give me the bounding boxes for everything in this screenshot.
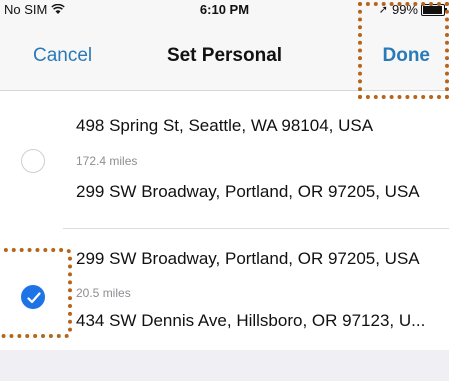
location-arrow-icon: ➚ (378, 4, 388, 16)
status-bar: No SIM 6:10 PM ➚ 99% (0, 0, 449, 22)
route-distance: 20.5 miles (76, 286, 131, 300)
route-destination: 299 SW Broadway, Portland, OR 97205, USA (76, 182, 420, 201)
radio-unchecked[interactable] (21, 149, 45, 173)
battery-icon (421, 3, 447, 16)
done-button[interactable]: Done (383, 45, 431, 67)
route-distance: 172.4 miles (76, 154, 138, 168)
status-right: ➚ 99% (378, 2, 447, 17)
battery-percent: 99% (391, 2, 418, 17)
route-destination: 434 SW Dennis Ave, Hillsboro, OR 97123, … (76, 311, 426, 330)
route-row[interactable]: 299 SW Broadway, Portland, OR 97205, USA… (0, 229, 449, 350)
footer-area (0, 350, 449, 381)
route-origin: 299 SW Broadway, Portland, OR 97205, USA (76, 249, 420, 268)
route-list: 498 Spring St, Seattle, WA 98104, USA 17… (0, 91, 449, 350)
navigation-bar: Cancel Set Personal Done (0, 22, 449, 91)
route-origin: 498 Spring St, Seattle, WA 98104, USA (76, 116, 374, 135)
radio-checked[interactable] (21, 285, 45, 309)
checkmark-icon (27, 292, 41, 304)
route-row[interactable]: 498 Spring St, Seattle, WA 98104, USA 17… (0, 91, 449, 228)
